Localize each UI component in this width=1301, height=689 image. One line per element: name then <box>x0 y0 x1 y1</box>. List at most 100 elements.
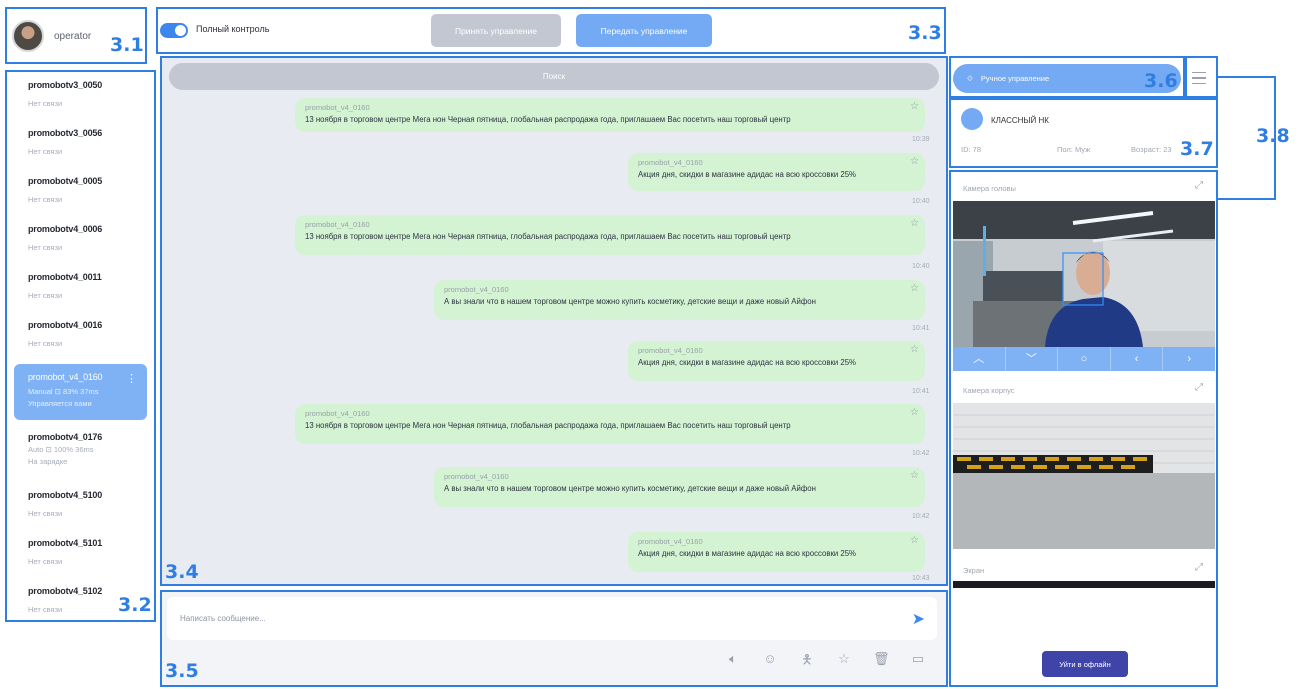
robot-name: promobotv3_0056 <box>28 128 103 138</box>
message-time: 10:39 <box>912 136 930 143</box>
emoji-icon[interactable]: ☺ <box>762 651 778 673</box>
message-sender: promobot_v4_0160 <box>444 285 509 294</box>
annotation-label: 3.5 <box>165 660 199 682</box>
send-icon[interactable]: ➤ <box>912 609 925 629</box>
head-camera-feed[interactable] <box>953 201 1215 347</box>
expand-icon[interactable]: ⤢ <box>1195 382 1203 393</box>
star-icon[interactable]: ☆ <box>910 283 919 294</box>
robot-item-active[interactable]: promobot_v4_0160 ⋮ Manual ⊡ 83% 37ms Упр… <box>14 364 147 420</box>
message-sender: promobot_v4_0160 <box>305 409 370 418</box>
robot-item[interactable]: promobotv4_0005 Нет связи <box>8 168 153 216</box>
visitor-age: Возраст: 23 <box>1131 145 1172 154</box>
chat-history[interactable]: Поиск promobot_v4_0160 13 ноября в торго… <box>162 58 946 584</box>
menu-icon[interactable] <box>1186 62 1212 94</box>
take-control-button[interactable]: Принять управление <box>431 14 561 47</box>
robot-name: promobotv4_0006 <box>28 224 103 234</box>
tilt-down-icon[interactable]: ﹀ <box>1006 347 1059 371</box>
center-icon[interactable]: ○ <box>1058 347 1111 371</box>
chat-search[interactable]: Поиск <box>169 63 939 90</box>
robot-control-status: Управляется вами <box>28 399 92 408</box>
expand-icon[interactable]: ⤢ <box>1195 180 1203 191</box>
visitor-sex: Пол: Муж <box>1057 145 1091 154</box>
body-camera-header: Камера корпус ⤢ <box>953 376 1215 402</box>
screen-icon[interactable]: ▭ <box>910 651 926 673</box>
star-icon[interactable]: ☆ <box>836 651 852 673</box>
star-icon[interactable]: ☆ <box>910 218 919 229</box>
robot-list: promobotv3_0050 Нет связи promobotv3_005… <box>8 72 153 620</box>
head-camera-image <box>953 201 1215 347</box>
message-sender: promobot_v4_0160 <box>444 472 509 481</box>
head-camera-title: Камера головы <box>963 184 1016 193</box>
message-input[interactable]: Написать сообщение... ➤ <box>167 597 937 640</box>
message-time: 10:41 <box>912 388 930 395</box>
chat-message: promobot_v4_0160 13 ноября в торговом це… <box>295 404 925 444</box>
robot-status: Нет связи <box>28 147 63 156</box>
chat-message: promobot_v4_0160 А вы знали что в нашем … <box>434 280 925 320</box>
chat-message: promobot_v4_0160 Акция дня, скидки в маг… <box>628 341 925 381</box>
message-sender: promobot_v4_0160 <box>638 158 703 167</box>
star-icon[interactable]: ☆ <box>910 470 919 481</box>
body-camera-feed[interactable] <box>953 403 1215 549</box>
robot-item[interactable]: promobotv4_5101 Нет связи <box>8 530 153 578</box>
star-icon[interactable]: ☆ <box>910 344 919 355</box>
volume-icon[interactable]: 🔈︎ <box>725 651 741 673</box>
annotation-label: 3.4 <box>165 561 199 583</box>
manual-control-label: Ручное управление <box>980 74 1050 83</box>
joystick-icon: ⟐ <box>967 73 973 83</box>
robot-status: Нет связи <box>28 99 63 108</box>
star-icon[interactable]: ☆ <box>910 535 919 546</box>
star-icon[interactable]: ☆ <box>910 101 919 112</box>
trash-icon[interactable]: 🗑︎ <box>873 651 890 673</box>
screen-header: Экран ⤢ <box>953 556 1215 582</box>
robot-item[interactable]: promobotv4_0006 Нет связи <box>8 216 153 264</box>
chat-message: promobot_v4_0160 Акция дня, скидки в маг… <box>628 532 925 572</box>
robot-item[interactable]: promobotv4_5100 Нет связи <box>8 482 153 530</box>
message-time: 10:41 <box>912 325 930 332</box>
message-text: 13 ноября в торговом центре Мега нон Чер… <box>305 421 791 430</box>
message-sender: promobot_v4_0160 <box>305 103 370 112</box>
star-icon[interactable]: ☆ <box>910 156 919 167</box>
body-camera-image <box>953 403 1215 549</box>
message-time: 10:42 <box>912 450 930 457</box>
pan-left-icon[interactable]: ‹ <box>1111 347 1164 371</box>
robot-item[interactable]: promobotv4_0011 Нет связи <box>8 264 153 312</box>
message-time: 10:43 <box>912 575 930 582</box>
robot-item[interactable]: promobotv4_0016 Нет связи <box>8 312 153 360</box>
robot-status: Нет связи <box>28 339 63 348</box>
screen-preview[interactable] <box>953 581 1215 588</box>
robot-name: promobotv4_0176 <box>28 432 103 442</box>
message-placeholder: Написать сообщение... <box>180 614 266 623</box>
camera-panel: Камера головы ⤢ ︿ ﹀ ○ ‹ › Камера корпус … <box>951 172 1217 684</box>
expand-icon[interactable]: ⤢ <box>1195 562 1203 573</box>
tilt-up-icon[interactable]: ︿ <box>953 347 1006 371</box>
robot-name: promobotv4_0011 <box>28 272 102 282</box>
visitor-id: ID: 78 <box>961 145 982 154</box>
robot-name: promobotv4_5100 <box>28 490 103 500</box>
full-control-toggle[interactable] <box>160 23 188 38</box>
robot-status: Нет связи <box>28 291 63 300</box>
message-time: 10:42 <box>912 513 930 520</box>
user-name: operator <box>54 30 92 42</box>
robot-status: Нет связи <box>28 509 63 518</box>
pass-control-button[interactable]: Передать управление <box>576 14 712 47</box>
robot-item[interactable]: promobotv4_0176 Auto ⊡ 100% 36ms На заря… <box>8 424 153 482</box>
star-icon[interactable]: ☆ <box>910 407 919 418</box>
pan-right-icon[interactable]: › <box>1163 347 1215 371</box>
body-camera-title: Камера корпус <box>963 386 1015 395</box>
annotation-label: 3.7 <box>1180 138 1214 160</box>
chat-message: promobot_v4_0160 Акция дня, скидки в маг… <box>628 153 925 191</box>
gesture-icon[interactable]: 🯅︎ <box>799 651 815 673</box>
annotation-label: 3.6 <box>1144 70 1178 92</box>
robot-status: Нет связи <box>28 243 63 252</box>
robot-status: Auto ⊡ 100% 36ms <box>28 445 94 454</box>
full-control-label: Полный контроль <box>196 24 270 34</box>
annotation-label: 3.2 <box>118 594 152 616</box>
kebab-menu-icon[interactable]: ⋮ <box>126 372 137 385</box>
ptz-controls: ︿ ﹀ ○ ‹ › <box>953 347 1215 371</box>
go-offline-button[interactable]: Уйти в офлайн <box>1042 651 1128 677</box>
robot-item[interactable]: promobotv3_0050 Нет связи <box>8 72 153 120</box>
message-text: А вы знали что в нашем торговом центре м… <box>444 484 816 493</box>
visitor-card: КЛАССНЫЙ НК ID: 78 Пол: Муж Возраст: 23 <box>953 100 1215 164</box>
robot-item[interactable]: promobotv3_0056 Нет связи <box>8 120 153 168</box>
message-sender: promobot_v4_0160 <box>305 220 370 229</box>
